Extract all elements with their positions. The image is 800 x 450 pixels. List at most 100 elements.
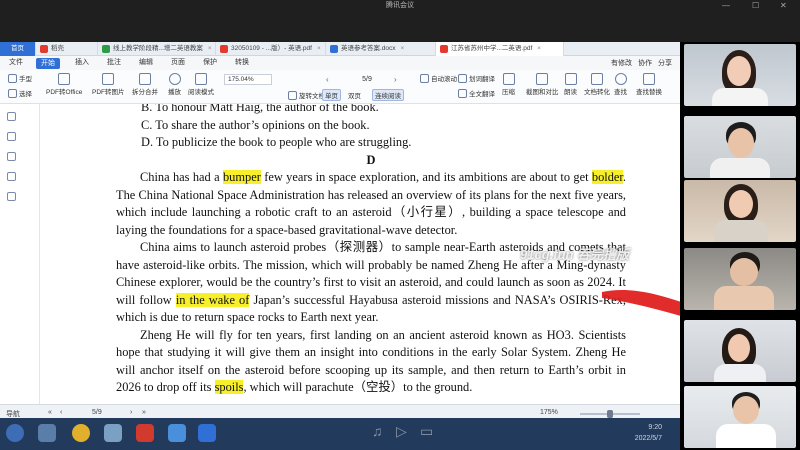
share-button[interactable]: 分享	[658, 58, 672, 68]
pdf-to-image-button[interactable]: PDF转图片	[92, 73, 125, 96]
share-screen-icon[interactable]: ▭	[420, 423, 433, 440]
menu-convert[interactable]: 转换	[226, 56, 258, 70]
wps-icon[interactable]	[136, 424, 154, 442]
next-page-button[interactable]: ›	[394, 74, 397, 85]
menu-right: 有修改 协作 分享	[611, 58, 680, 68]
minimize-button[interactable]: —	[722, 1, 730, 11]
read-mode-button[interactable]: 阅读模式	[188, 73, 214, 96]
find-replace-button[interactable]: 查找替换	[636, 73, 662, 96]
double-page-button[interactable]: 双页	[348, 90, 361, 100]
last-page-icon[interactable]: »	[142, 409, 146, 416]
full-translate-button[interactable]: 全文翻译	[458, 88, 495, 98]
taskbar-clock: 9:20 2022/5/7	[635, 422, 662, 444]
find-button[interactable]: 查找	[614, 73, 627, 96]
pdf-to-office-label: PDF转Office	[46, 89, 83, 96]
text-run: China has had a	[140, 170, 223, 184]
start-icon[interactable]	[6, 424, 24, 442]
menu-page[interactable]: 页面	[162, 56, 194, 70]
participant-video-4[interactable]	[684, 248, 796, 310]
tab-docer[interactable]: 稻壳	[36, 42, 98, 56]
screenshot-compare-button[interactable]: 截图和对比	[526, 73, 559, 96]
meeting-title-bar: 腾讯会议 — ☐ ✕	[0, 0, 800, 42]
bookmark-icon[interactable]	[7, 112, 16, 121]
tab-english-pdf[interactable]: 32050109 - ...版）- 英语.pdf ×	[216, 42, 326, 56]
close-button[interactable]: ✕	[780, 1, 787, 11]
collaborate-button[interactable]: 协作	[638, 58, 652, 68]
menu-insert[interactable]: 插入	[66, 56, 98, 70]
tab-close-icon[interactable]: ×	[537, 42, 541, 56]
chrome-icon[interactable]	[72, 424, 90, 442]
option-d: D. To publicize the book to people who a…	[141, 135, 412, 149]
participant-body	[716, 424, 776, 448]
menu-edit[interactable]: 编辑	[130, 56, 162, 70]
participant-column	[680, 42, 800, 450]
maximize-button[interactable]: ☐	[752, 1, 759, 11]
hand-icon	[8, 73, 17, 83]
first-page-icon[interactable]: «	[48, 409, 52, 416]
select-tool-button[interactable]: 选择	[8, 88, 32, 98]
participant-video-5[interactable]	[684, 320, 796, 382]
page-number-field[interactable]: 5/9	[345, 74, 389, 85]
tab-home[interactable]: 首页	[0, 42, 36, 56]
modified-status[interactable]: 有修改	[611, 58, 632, 68]
participant-video-3[interactable]	[684, 180, 796, 242]
search-panel-icon[interactable]	[7, 192, 16, 201]
windows-taskbar: 9:20 2022/5/7	[0, 418, 680, 450]
pdf-icon	[440, 45, 448, 53]
section-heading: D	[366, 152, 376, 167]
participant-video-2[interactable]	[684, 116, 796, 178]
continuous-read-button[interactable]: 连续阅读	[372, 89, 404, 101]
highlight-bolder: bolder	[591, 170, 623, 184]
tab-close-icon[interactable]: ×	[317, 42, 321, 56]
text-run: few years in space exploration, and its …	[260, 170, 592, 184]
word-icon	[330, 45, 338, 53]
doc-convert-button[interactable]: 文档转化	[584, 73, 610, 96]
mic-icon[interactable]: ♫	[372, 423, 383, 439]
pdf-convert-icon	[58, 73, 71, 85]
compress-label: 压缩	[502, 89, 515, 96]
thumbnail-icon[interactable]	[7, 132, 16, 141]
meeting-title: 腾讯会议	[386, 2, 414, 9]
auto-scroll-button[interactable]: 自动滚动	[420, 73, 457, 83]
pdf-to-office-button[interactable]: PDF转Office	[46, 73, 82, 96]
camera-icon[interactable]: ▷	[396, 423, 407, 440]
hand-tool-button[interactable]: 手型	[8, 73, 32, 83]
status-page-number[interactable]: 5/9	[92, 409, 102, 416]
menu-file[interactable]: 文件	[0, 56, 32, 70]
menu-protect[interactable]: 保护	[194, 56, 226, 70]
next-page-icon[interactable]: ›	[130, 409, 132, 416]
prev-page-button[interactable]: ‹	[326, 74, 329, 85]
hand-label: 手型	[19, 76, 32, 83]
play-button[interactable]: 播放	[168, 73, 181, 96]
tencent-meeting-icon[interactable]	[198, 424, 216, 442]
highlight-spoils: spoils	[214, 380, 244, 394]
single-page-button[interactable]: 单页	[322, 89, 341, 101]
app-icon[interactable]	[168, 424, 186, 442]
prev-page-icon[interactable]: ‹	[60, 409, 62, 416]
zoom-select[interactable]: 175.04%	[224, 74, 272, 85]
convert-icon	[591, 73, 603, 85]
rotate-button[interactable]: 旋转文档	[288, 90, 325, 100]
menu-comment[interactable]: 批注	[98, 56, 130, 70]
menu-start[interactable]: 开始	[36, 57, 60, 69]
participant-video-6[interactable]	[684, 386, 796, 448]
read-aloud-button[interactable]: 朗读	[564, 73, 577, 96]
tab-answers-docx[interactable]: 英语参考答案.docx ×	[326, 42, 436, 56]
tab-suzhou-pdf[interactable]: 江苏省苏州中学...二英语.pdf ×	[436, 42, 564, 56]
annotation-icon[interactable]	[7, 152, 16, 161]
participant-face	[728, 334, 750, 362]
tab-close-icon[interactable]: ×	[401, 42, 405, 56]
tab-close-icon[interactable]: ×	[208, 42, 212, 56]
split-merge-button[interactable]: 拆分合并	[132, 73, 158, 96]
attachment-icon[interactable]	[7, 172, 16, 181]
find-label: 查找	[614, 89, 627, 96]
desktop-icon[interactable]	[38, 424, 56, 442]
full-translate-label: 全文翻译	[469, 91, 495, 98]
cloud-icon[interactable]	[104, 424, 122, 442]
participant-video-1[interactable]	[684, 44, 796, 106]
tab-lesson-plan[interactable]: 线上教学阶段精...增二英语教案 ×	[98, 42, 216, 56]
status-zoom[interactable]: 175%	[540, 409, 558, 416]
compress-button[interactable]: 压缩	[502, 73, 515, 96]
zoom-slider-handle[interactable]	[607, 410, 613, 418]
word-translate-button[interactable]: 划词翻译	[458, 73, 495, 83]
